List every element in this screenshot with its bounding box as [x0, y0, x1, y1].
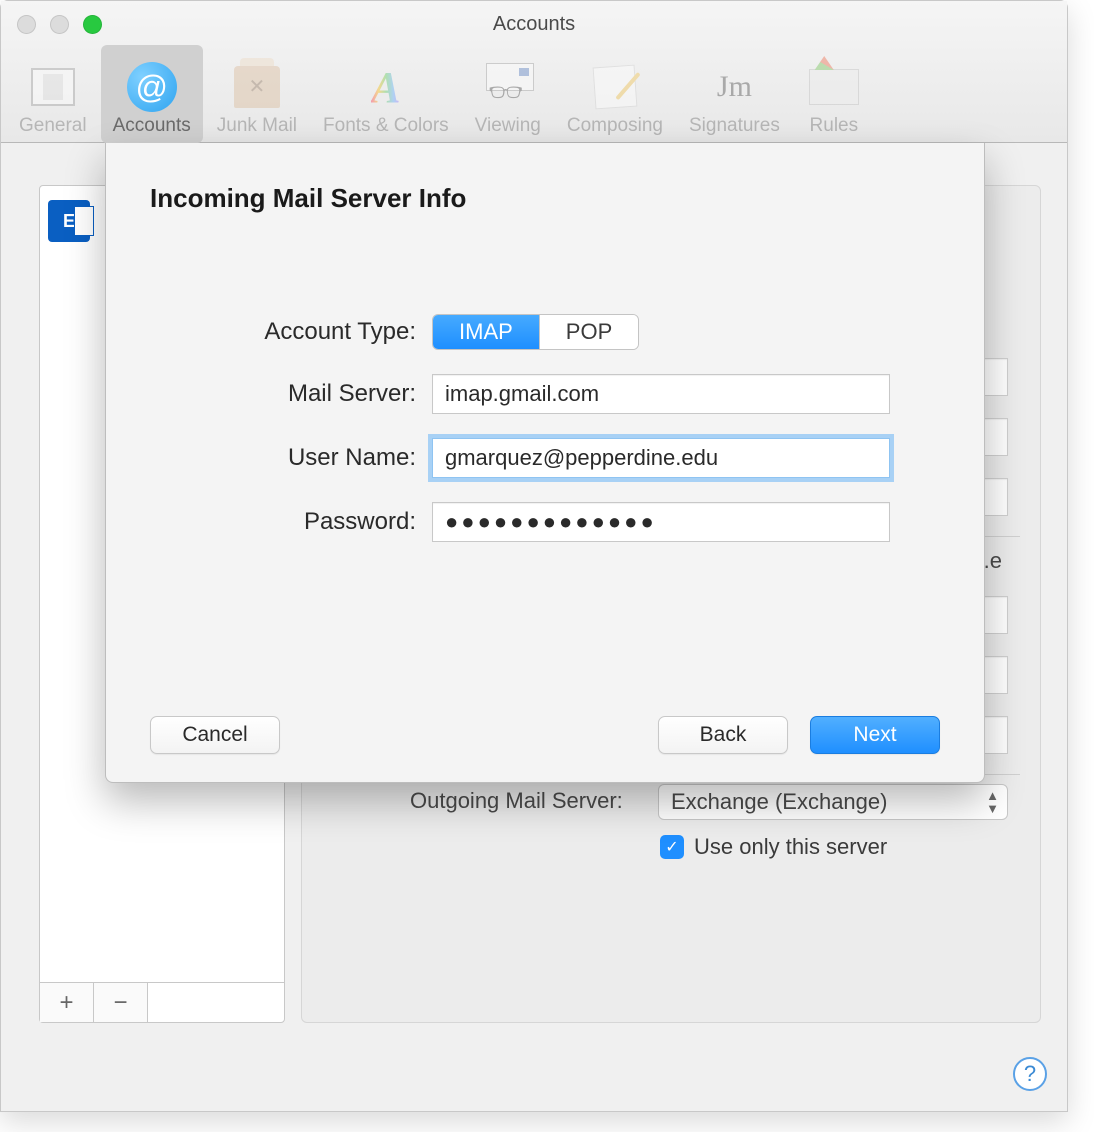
row-mail-server: Mail Server: [150, 374, 940, 414]
outgoing-mail-server-label: Outgoing Mail Server: [410, 788, 623, 814]
toolbar-label: Rules [810, 115, 859, 137]
help-icon: ? [1024, 1061, 1036, 1087]
user-name-input[interactable] [432, 438, 890, 478]
toolbar-label: Fonts & Colors [323, 115, 449, 137]
plus-icon: + [59, 989, 73, 1017]
sheet-button-row: Cancel Back Next [150, 716, 940, 754]
button-label: Back [700, 723, 747, 747]
segment-pop[interactable]: POP [539, 315, 638, 349]
segment-label: IMAP [459, 319, 513, 345]
account-type-label: Account Type: [150, 318, 432, 346]
titlebar: Accounts General @ Accounts Junk Mail A … [1, 1, 1067, 143]
toolbar-label: Viewing [475, 115, 541, 137]
toolbar-tab-general[interactable]: General [7, 45, 99, 143]
toolbar-label: Signatures [689, 115, 780, 137]
accounts-icon: @ [124, 63, 180, 111]
viewing-icon: 👓︎ [480, 63, 536, 111]
button-label: Cancel [182, 723, 247, 747]
toolbar-label: Composing [567, 115, 663, 137]
next-button[interactable]: Next [810, 716, 940, 754]
password-label: Password: [150, 508, 432, 536]
button-label: Next [853, 723, 896, 747]
junk-mail-icon [229, 63, 285, 111]
exchange-icon: E [48, 200, 90, 242]
select-value: Exchange (Exchange) [671, 789, 887, 815]
row-user-name: User Name: [150, 438, 940, 478]
password-input[interactable] [432, 502, 890, 542]
add-account-button[interactable]: + [40, 983, 94, 1022]
incoming-mail-server-sheet: Incoming Mail Server Info Account Type: … [105, 143, 985, 783]
row-password: Password: [150, 502, 940, 542]
signatures-icon: Jm [706, 63, 762, 111]
use-only-this-server-row[interactable]: ✓ Use only this server [660, 834, 887, 860]
checkbox-checked-icon: ✓ [660, 835, 684, 859]
checkbox-label: Use only this server [694, 834, 887, 860]
minus-icon: − [113, 989, 127, 1017]
preferences-toolbar: General @ Accounts Junk Mail A Fonts & C… [7, 45, 1061, 143]
preferences-window: Accounts General @ Accounts Junk Mail A … [0, 0, 1068, 1112]
account-type-segmented: IMAP POP [432, 314, 639, 350]
outgoing-mail-server-select[interactable]: Exchange (Exchange) ▲▼ [658, 784, 1008, 820]
general-icon [25, 63, 81, 111]
composing-icon [587, 63, 643, 111]
help-button[interactable]: ? [1013, 1057, 1047, 1091]
sidebar-footer: + − [40, 982, 284, 1022]
toolbar-tab-accounts[interactable]: @ Accounts [101, 45, 203, 143]
toolbar-label: Accounts [113, 115, 191, 137]
back-button[interactable]: Back [658, 716, 788, 754]
toolbar-tab-junk-mail[interactable]: Junk Mail [205, 45, 309, 143]
toolbar-tab-fonts-colors[interactable]: A Fonts & Colors [311, 45, 461, 143]
rules-icon [806, 63, 862, 111]
toolbar-tab-signatures[interactable]: Jm Signatures [677, 45, 792, 143]
user-name-label: User Name: [150, 444, 432, 472]
segment-label: POP [566, 319, 612, 345]
chevron-updown-icon: ▲▼ [986, 789, 999, 815]
toolbar-tab-composing[interactable]: Composing [555, 45, 675, 143]
toolbar-label: General [19, 115, 87, 137]
toolbar-label: Junk Mail [217, 115, 297, 137]
toolbar-tab-viewing[interactable]: 👓︎ Viewing [463, 45, 553, 143]
window-title: Accounts [1, 13, 1067, 36]
mail-server-label: Mail Server: [150, 380, 432, 408]
segment-imap[interactable]: IMAP [433, 315, 539, 349]
cancel-button[interactable]: Cancel [150, 716, 280, 754]
toolbar-tab-rules[interactable]: Rules [794, 45, 874, 143]
sheet-title: Incoming Mail Server Info [150, 183, 940, 214]
fonts-colors-icon: A [358, 63, 414, 111]
row-account-type: Account Type: IMAP POP [150, 314, 940, 350]
mail-server-input[interactable] [432, 374, 890, 414]
remove-account-button[interactable]: − [94, 983, 148, 1022]
